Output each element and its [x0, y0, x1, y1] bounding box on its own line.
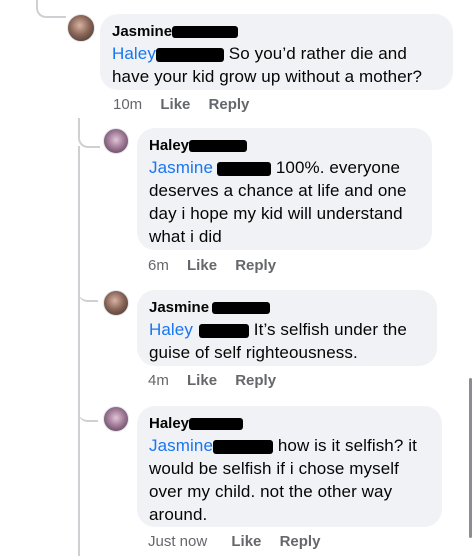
avatar[interactable] — [67, 14, 95, 42]
comment-text: Haley It’s selfish under the guise of se… — [149, 318, 425, 364]
reply-button[interactable]: Reply — [209, 96, 250, 113]
redacted-name — [212, 302, 271, 315]
thread-line — [78, 118, 100, 148]
comment-bubble: Jasmine Haley So you’d rather die and ha… — [100, 14, 453, 90]
redacted-name — [189, 418, 244, 431]
redacted-name — [198, 323, 249, 338]
comment-author[interactable]: Haley — [149, 414, 430, 434]
comment-timestamp[interactable]: 10m — [113, 96, 142, 113]
comment-text-line: over my child. not the other way — [149, 482, 393, 501]
like-button[interactable]: Like — [187, 372, 217, 389]
avatar[interactable] — [103, 290, 129, 316]
comment-text-line: have your kid grow up without a mother? — [112, 67, 423, 86]
thread-line — [78, 270, 98, 302]
thread-line — [36, 0, 66, 18]
comment-author[interactable]: Jasmine — [149, 298, 425, 318]
comment-text-line: deserves a chance at life and one — [149, 181, 407, 200]
author-name[interactable]: Haley — [149, 415, 189, 432]
comment-bubble: Jasmine Haley It’s selfish under the gui… — [137, 290, 437, 366]
comment-author[interactable]: Jasmine — [112, 22, 441, 42]
mention-link[interactable]: Jasmine — [149, 158, 213, 177]
redacted-name — [172, 26, 239, 39]
comment-text-part: So you’d rather die and — [223, 44, 407, 63]
comment-text: Jasmine 100%. everyone deserves a chance… — [149, 156, 420, 248]
avatar[interactable] — [103, 406, 129, 432]
mention-link[interactable]: Jasmine — [149, 436, 213, 455]
comment-bubble: Haley Jasmine 100%. everyone deserves a … — [137, 128, 432, 250]
comment-text-line: around. — [149, 505, 208, 524]
avatar[interactable] — [103, 128, 129, 154]
comment-author[interactable]: Haley — [149, 136, 420, 156]
reply-button[interactable]: Reply — [235, 257, 276, 274]
comment-text-part: 100%. everyone — [271, 158, 401, 177]
comment-text-line: what i did — [149, 227, 222, 246]
comment-text-line: would be selfish if i chose myself — [149, 459, 400, 478]
author-name[interactable]: Jasmine — [149, 299, 209, 316]
redacted-name — [217, 161, 272, 176]
redacted-name — [155, 47, 224, 62]
like-button[interactable]: Like — [187, 257, 217, 274]
mention-link[interactable]: Haley — [112, 44, 156, 63]
comment-timestamp[interactable]: 4m — [148, 372, 169, 389]
reply-button[interactable]: Reply — [280, 533, 321, 550]
scrollbar[interactable] — [469, 378, 472, 538]
thread-line — [78, 390, 98, 422]
comment-text-line: guise of self righteousness. — [149, 343, 358, 362]
comment-actions: 10m Like Reply — [113, 96, 263, 113]
comment-text: Haley So you’d rather die and have your … — [112, 42, 441, 88]
comment-text-line: day i hope my kid will understand — [149, 204, 403, 223]
like-button[interactable]: Like — [231, 533, 261, 550]
comment-timestamp[interactable]: 6m — [148, 257, 169, 274]
redacted-name — [189, 140, 248, 153]
comment-bubble: Haley Jasmine how is it selfish? it woul… — [137, 406, 442, 527]
comment-actions: 6m Like Reply — [148, 257, 290, 274]
comment-actions: 4m Like Reply — [148, 372, 290, 389]
comment-timestamp[interactable]: Just now — [148, 533, 207, 550]
mention-link[interactable]: Haley — [149, 320, 193, 339]
reply-button[interactable]: Reply — [235, 372, 276, 389]
comment-text-part: It’s selfish under the — [248, 320, 407, 339]
author-name[interactable]: Jasmine — [112, 23, 172, 40]
comment-text-part: how is it selfish? it — [273, 436, 417, 455]
comment-text: Jasmine how is it selfish? it would be s… — [149, 434, 430, 526]
like-button[interactable]: Like — [160, 96, 190, 113]
comment-actions: Just now Like Reply — [148, 533, 334, 550]
thread-line — [78, 146, 80, 556]
author-name[interactable]: Haley — [149, 137, 189, 154]
redacted-name — [213, 439, 274, 454]
